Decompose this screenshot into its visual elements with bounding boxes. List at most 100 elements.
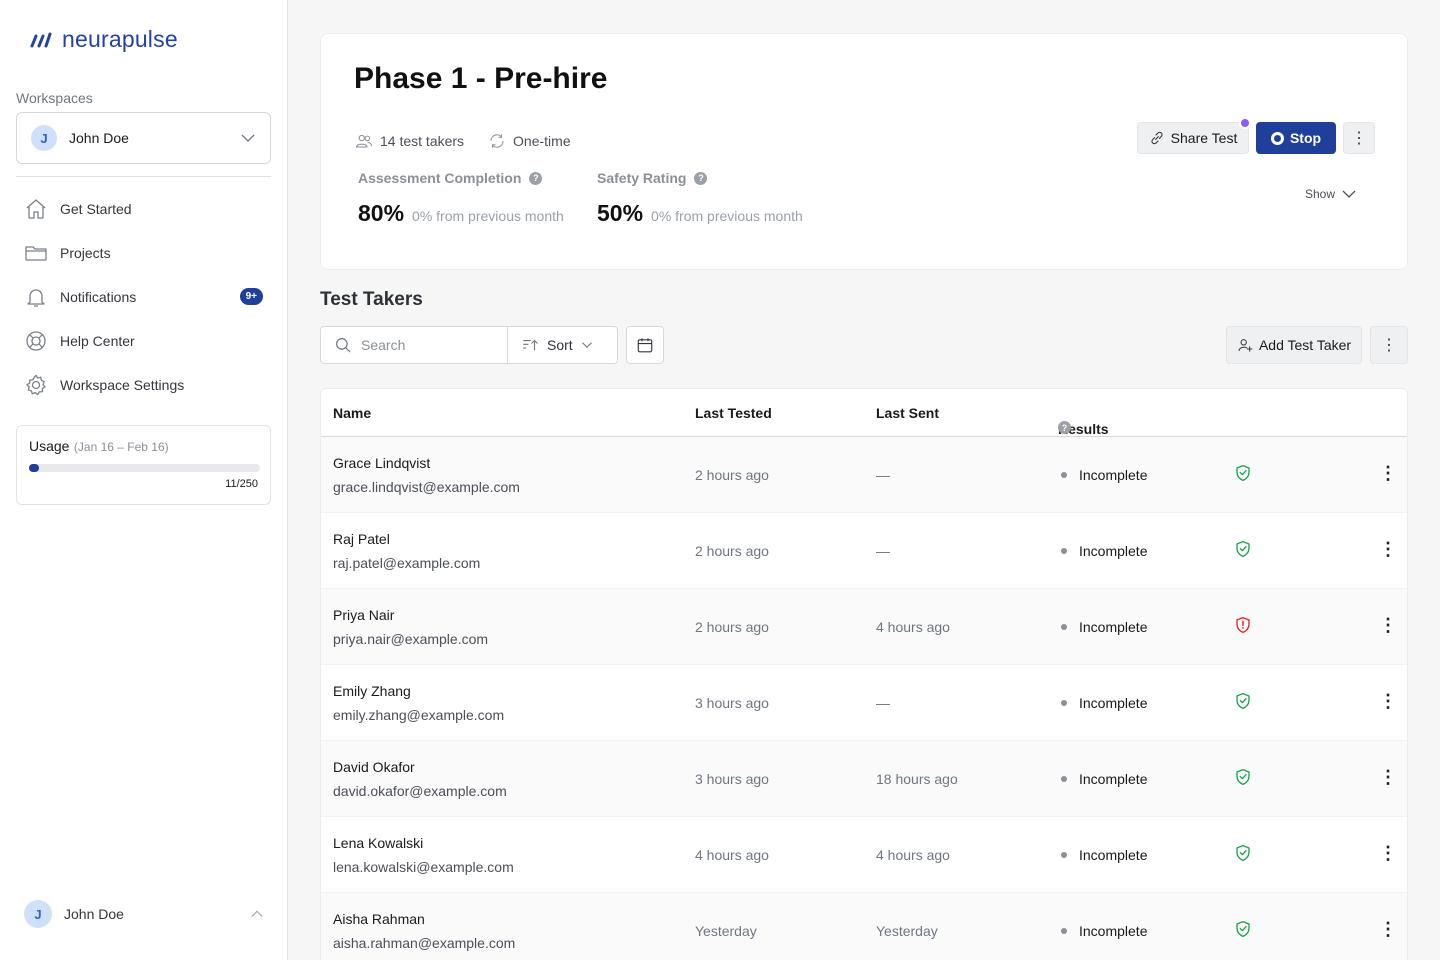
table-body: Grace Lindqvist grace.lindqvist@example.…	[321, 437, 1407, 960]
taker-email: priya.nair@example.com	[333, 631, 489, 647]
taker-email: david.okafor@example.com	[333, 783, 507, 799]
workspace-name: John Doe	[69, 130, 129, 146]
shield-check-icon	[1235, 920, 1251, 941]
sort-icon	[523, 339, 538, 351]
sort-label: Sort	[547, 337, 573, 353]
shield-check-icon	[1235, 844, 1251, 865]
share-test-button[interactable]: Share Test	[1137, 122, 1249, 154]
row-more-button[interactable]: ⋮	[1379, 843, 1397, 864]
search-input[interactable]	[361, 337, 491, 353]
result-status: Incomplete	[1061, 771, 1147, 787]
taker-email: emily.zhang@example.com	[333, 707, 505, 723]
column-header-last-tested[interactable]: Last Tested	[695, 405, 772, 421]
notifications-badge: 9+	[239, 288, 263, 305]
table-row[interactable]: Grace Lindqvist grace.lindqvist@example.…	[321, 437, 1407, 513]
refresh-icon	[490, 134, 504, 148]
show-details-toggle[interactable]: Show	[1305, 186, 1357, 202]
show-label: Show	[1305, 187, 1336, 201]
date-filter-button[interactable]	[626, 326, 664, 364]
notification-dot	[1239, 117, 1251, 129]
row-more-button[interactable]: ⋮	[1379, 615, 1397, 636]
home-icon	[26, 199, 46, 219]
metric-change: 0% from previous month	[651, 208, 803, 224]
workspace-select[interactable]: J John Doe	[16, 112, 271, 164]
last-tested: 2 hours ago	[695, 619, 769, 635]
add-user-icon	[1238, 339, 1253, 352]
taker-name: David Okafor	[333, 759, 415, 775]
last-sent: 4 hours ago	[876, 847, 950, 863]
shield-alert-icon	[1235, 616, 1251, 637]
user-menu[interactable]: J John Doe	[24, 900, 264, 928]
help-icon[interactable]: ?	[1058, 421, 1071, 434]
row-more-button[interactable]: ⋮	[1379, 767, 1397, 788]
users-icon	[355, 134, 373, 148]
metric-label: Assessment Completion ?	[358, 170, 564, 186]
table-header: Name Last Tested Last Sent Results ?	[321, 389, 1407, 437]
sidebar-item-projects[interactable]: Projects	[16, 231, 271, 275]
help-icon[interactable]: ?	[529, 171, 543, 185]
table-row[interactable]: Emily Zhang emily.zhang@example.com 3 ho…	[321, 665, 1407, 741]
user-avatar: J	[24, 900, 52, 928]
logo-icon	[30, 32, 52, 47]
sidebar: neurapulse Workspaces J John Doe Get Sta…	[0, 0, 288, 960]
usage-range: (Jan 16 – Feb 16)	[73, 440, 169, 454]
status-dot	[1061, 928, 1067, 934]
sidebar-item-workspace-settings[interactable]: Workspace Settings	[16, 363, 271, 407]
last-tested: 2 hours ago	[695, 543, 769, 559]
table-row[interactable]: Priya Nair priya.nair@example.com 2 hour…	[321, 589, 1407, 665]
metric-value: 80%	[358, 200, 405, 226]
row-more-button[interactable]: ⋮	[1379, 691, 1397, 712]
metric-value: 50%	[597, 200, 644, 226]
last-sent: Yesterday	[876, 923, 938, 939]
help-icon[interactable]: ?	[694, 171, 708, 185]
shield-check-icon	[1235, 540, 1251, 561]
more-options-button[interactable]: ⋮	[1343, 122, 1375, 154]
row-more-button[interactable]: ⋮	[1379, 919, 1397, 940]
result-status: Incomplete	[1061, 619, 1147, 635]
sidebar-divider	[16, 176, 271, 177]
stop-button[interactable]: Stop	[1256, 122, 1336, 154]
usage-title: Usage	[29, 438, 70, 454]
sidebar-item-help-center[interactable]: Help Center	[16, 319, 271, 363]
taker-name: Priya Nair	[333, 607, 395, 623]
brand-name: neurapulse	[62, 26, 178, 52]
lifebuoy-icon	[26, 331, 46, 351]
shield-check-icon	[1235, 692, 1251, 713]
last-sent: 18 hours ago	[876, 771, 958, 787]
metric-assessment-completion: Assessment Completion ? 80% 0% from prev…	[358, 170, 564, 227]
metric-label: Safety Rating ?	[597, 170, 803, 186]
test-takers-label: 14 test takers	[380, 133, 465, 149]
search-box[interactable]	[320, 326, 508, 364]
taker-name: Lena Kowalski	[333, 835, 424, 851]
row-more-button[interactable]: ⋮	[1379, 463, 1397, 484]
share-test-label: Share Test	[1170, 130, 1238, 146]
last-sent: —	[876, 467, 890, 483]
last-sent: 4 hours ago	[876, 619, 950, 635]
result-label: Incomplete	[1079, 543, 1148, 559]
sidebar-item-notifications[interactable]: Notifications 9+	[16, 275, 271, 319]
result-label: Incomplete	[1079, 619, 1148, 635]
table-row[interactable]: David Okafor david.okafor@example.com 3 …	[321, 741, 1407, 817]
table-row[interactable]: Lena Kowalski lena.kowalski@example.com …	[321, 817, 1407, 893]
chevron-down-icon	[1342, 190, 1356, 198]
taker-name: Raj Patel	[333, 531, 390, 547]
add-test-taker-button[interactable]: Add Test Taker	[1226, 326, 1362, 364]
result-status: Incomplete	[1061, 543, 1147, 559]
last-tested: 3 hours ago	[695, 695, 769, 711]
table-more-button[interactable]: ⋮	[1370, 326, 1408, 364]
brand-logo[interactable]: neurapulse	[30, 26, 178, 53]
sidebar-item-get-started[interactable]: Get Started	[16, 187, 271, 231]
test-takers-table: Name Last Tested Last Sent Results ? Gra…	[320, 388, 1408, 960]
sort-button[interactable]: Sort	[507, 326, 618, 364]
row-more-button[interactable]: ⋮	[1379, 539, 1397, 560]
sidebar-nav: Get Started Projects Notifications 9+ He…	[16, 187, 271, 407]
column-header-name[interactable]: Name	[333, 405, 371, 421]
column-header-last-sent[interactable]: Last Sent	[876, 405, 939, 421]
result-label: Incomplete	[1079, 467, 1148, 483]
result-status: Incomplete	[1061, 467, 1147, 483]
table-row[interactable]: Raj Patel raj.patel@example.com 2 hours …	[321, 513, 1407, 589]
stop-icon	[1270, 131, 1284, 145]
section-title: Test Takers	[320, 289, 423, 310]
result-status: Incomplete	[1061, 923, 1147, 939]
table-row[interactable]: Aisha Rahman aisha.rahman@example.com Ye…	[321, 893, 1407, 960]
